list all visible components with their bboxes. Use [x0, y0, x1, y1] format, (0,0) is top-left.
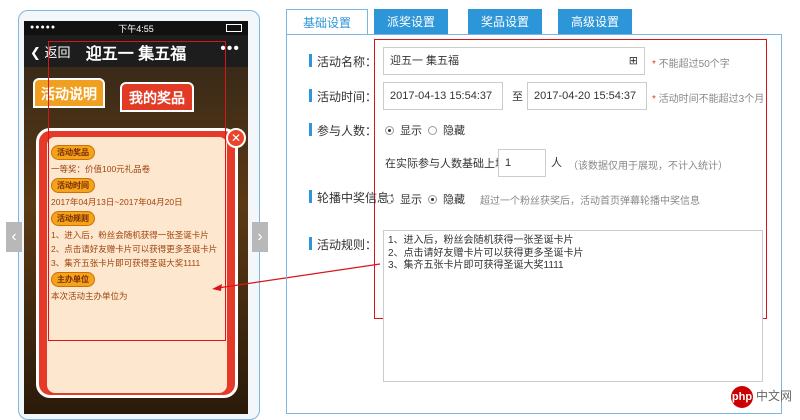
time-hint: * 活动时间不能超过3个月 — [652, 94, 765, 105]
end-date-input[interactable]: 2017-04-20 15:54:37 — [527, 82, 647, 110]
status-time: 下午4:55 — [118, 24, 154, 34]
count-hide-radio[interactable]: 隐藏 — [428, 122, 465, 138]
count-label: 参与人数： — [309, 122, 377, 139]
date-separator: 至 — [512, 91, 523, 103]
tab-advanced[interactable]: 高级设置 — [558, 9, 632, 35]
rules-line: 1、进入后，粉丝会随机获得一张圣诞卡片 — [388, 235, 574, 246]
rules-line: 3、集齐五张卡片即可获得圣诞大奖1111 — [388, 260, 564, 271]
highlight-box-phone — [48, 41, 226, 341]
php-logo: php — [730, 386, 753, 408]
count-show-radio[interactable]: 显示 — [385, 122, 422, 138]
name-hint: * 不能超过50个字 — [652, 59, 730, 70]
base-count-input[interactable]: 1 — [498, 149, 546, 177]
rules-textarea[interactable]: 1、进入后，粉丝会随机获得一张圣诞卡片 2、点击请好友赠卡片可以获得更多圣诞卡片… — [383, 230, 763, 382]
time-label: 活动时间： — [309, 88, 377, 105]
clear-icon[interactable]: ⊞ — [629, 48, 638, 74]
name-input[interactable]: 迎五一 集五福 ⊞ — [383, 47, 645, 75]
carousel-hide-radio[interactable]: 隐藏 — [428, 191, 465, 207]
watermark: php 中文网 — [730, 386, 792, 408]
rules-line: 2、点击请好友赠卡片可以获得更多圣诞卡片 — [388, 247, 584, 259]
tab-basic[interactable]: 基础设置 — [286, 9, 368, 35]
base-unit: 人 — [551, 157, 562, 169]
tab-award[interactable]: 派奖设置 — [374, 9, 448, 35]
rules-label: 活动规则： — [309, 236, 377, 253]
prev-arrow-icon[interactable]: ‹ — [6, 222, 22, 252]
battery-icon — [226, 24, 242, 32]
start-date-input[interactable]: 2017-04-13 15:54:37 — [383, 82, 503, 110]
name-value: 迎五一 集五福 — [390, 55, 460, 67]
next-arrow-icon[interactable]: › — [252, 222, 268, 252]
base-hint: （该数据仅用于展现，不计入统计） — [568, 161, 728, 172]
tab-prize[interactable]: 奖品设置 — [468, 9, 542, 35]
status-bar: ●●●●● 下午4:55 — [24, 21, 248, 35]
close-icon[interactable]: ✕ — [226, 128, 246, 148]
carousel-show-radio[interactable]: 显示 — [385, 191, 422, 207]
name-label: 活动名称： — [309, 53, 377, 70]
carousel-hint: 超过一个粉丝获奖后，活动首页弹幕轮播中奖信息 — [480, 196, 700, 207]
